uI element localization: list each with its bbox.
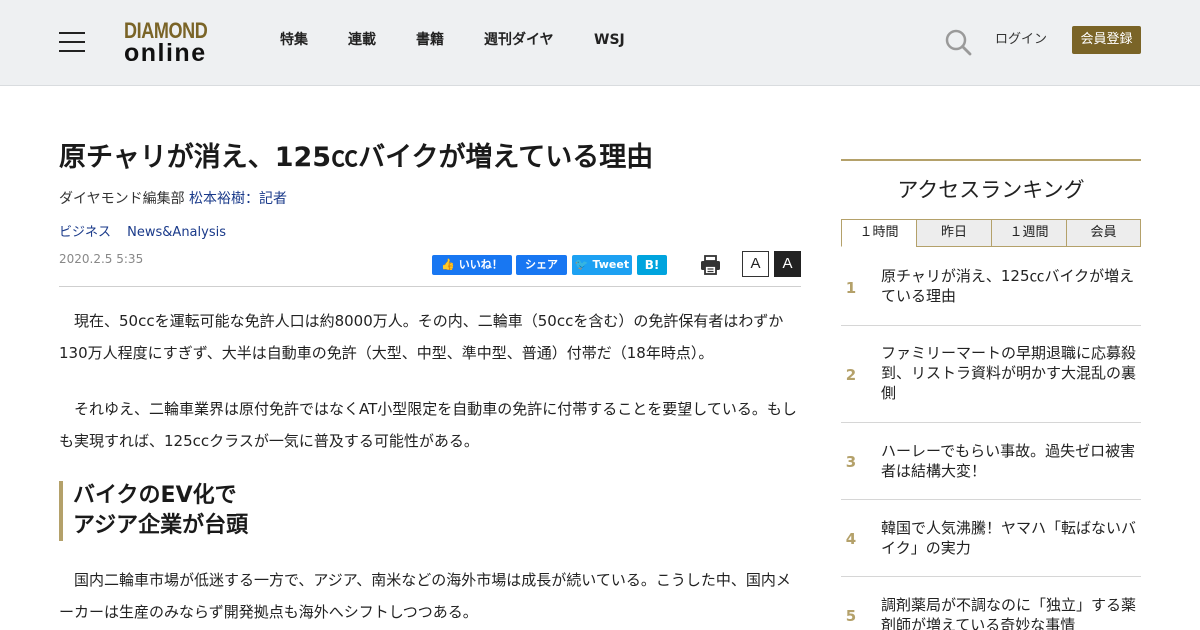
- article-author: ダイヤモンド編集部 松本裕樹：記者: [59, 189, 287, 209]
- author-prefix: ダイヤモンド編集部: [59, 191, 190, 207]
- login-link[interactable]: ログイン: [995, 31, 1047, 49]
- site-header: DIAMOND online 特集 連載 書籍 週刊ダイヤ WSJ ログイン 会…: [0, 0, 1200, 86]
- tweet-label: Tweet: [592, 258, 630, 271]
- ranking-tab-1hour[interactable]: １時間: [841, 219, 917, 247]
- author-link[interactable]: 松本裕樹：記者: [189, 191, 287, 207]
- tag-business[interactable]: ビジネス: [59, 225, 111, 240]
- ranking-tab-members[interactable]: 会員: [1066, 219, 1141, 247]
- nav-item-features[interactable]: 特集: [280, 31, 308, 49]
- ranking-item[interactable]: 5 調剤薬局が不調なのに「独立」する薬剤師が増えている奇妙な事情: [841, 577, 1141, 630]
- twitter-bird-icon: 🐦: [574, 258, 593, 271]
- ranking-number: 3: [845, 453, 857, 471]
- hamburger-menu-icon[interactable]: [59, 32, 85, 52]
- ranking-item-title: 調剤薬局が不調なのに「独立」する薬剤師が増えている奇妙な事情: [881, 596, 1137, 630]
- thumbs-up-icon: 👍: [441, 258, 459, 271]
- tweet-button[interactable]: 🐦 Tweet: [572, 255, 632, 275]
- nav-item-books[interactable]: 書籍: [416, 31, 444, 49]
- facebook-like-button[interactable]: 👍 いいね！: [432, 255, 512, 275]
- nav-item-wsj[interactable]: WSJ: [594, 31, 625, 49]
- ranking-tabs: １時間 昨日 １週間 会員: [841, 219, 1141, 247]
- tag-news-analysis[interactable]: News&Analysis: [127, 225, 226, 240]
- article-paragraph: 国内二輪車市場が低迷する一方で、アジア、南米などの海外市場は成長が続いている。こ…: [59, 571, 791, 621]
- article-subheading: バイクのEV化で アジア企業が台頭: [59, 481, 801, 541]
- ranking-number: 5: [845, 607, 857, 625]
- ranking-title: アクセスランキング: [897, 178, 1085, 202]
- article-date: 2020.2.5 5:35: [59, 252, 144, 266]
- article-tags: ビジネス News&Analysis: [59, 224, 238, 242]
- ranking-number: 2: [845, 366, 857, 384]
- ranking-tab-yesterday[interactable]: 昨日: [916, 219, 992, 247]
- article-paragraph: 現在、50ccを運転可能な免許人口は約8000万人。その内、二輪車（50ccを含…: [59, 312, 784, 362]
- ranking-item-title: ファミリーマートの早期退職に応募殺到、リストラ資料が明かす大混乱の裏側: [881, 344, 1137, 402]
- ranking-item[interactable]: 4 韓国で人気沸騰！ヤマハ「転ばないバイク」の実力: [841, 500, 1141, 577]
- ranking-tab-1week[interactable]: １週間: [991, 219, 1067, 247]
- print-icon[interactable]: [700, 255, 721, 275]
- facebook-like-label: いいね！: [458, 258, 503, 271]
- ranking-number: 4: [845, 530, 857, 548]
- ranking-number: 1: [845, 279, 857, 297]
- ranking-item[interactable]: 2 ファミリーマートの早期退職に応募殺到、リストラ資料が明かす大混乱の裏側: [841, 326, 1141, 423]
- nav-item-weekly-diamond[interactable]: 週刊ダイヤ: [484, 31, 554, 49]
- hatena-bookmark-button[interactable]: B!: [637, 255, 667, 275]
- article-divider: [59, 286, 801, 287]
- ranking-item-title: 原チャリが消え、125㏄バイクが増えている理由: [881, 267, 1135, 305]
- ranking-item-title: ハーレーでもらい事故。過失ゼロ被害者は結構大変！: [881, 442, 1136, 480]
- font-size-large-button[interactable]: A: [774, 251, 801, 277]
- nav-item-series[interactable]: 連載: [348, 31, 376, 49]
- search-icon[interactable]: [944, 28, 972, 56]
- article-title: 原チャリが消え、125㏄バイクが増えている理由: [59, 142, 654, 173]
- site-logo[interactable]: DIAMOND online: [124, 20, 228, 66]
- ranking-item[interactable]: 3 ハーレーでもらい事故。過失ゼロ被害者は結構大変！: [841, 423, 1141, 500]
- ranking-item[interactable]: 1 原チャリが消え、125㏄バイクが増えている理由: [841, 247, 1141, 326]
- article-paragraph: それゆえ、二輪車業界は原付免許ではなくAT小型限定を自動車の免許に付帯することを…: [59, 400, 797, 450]
- ranking-top-rule: [841, 159, 1141, 161]
- subheading-line-1: バイクのEV化で: [73, 483, 237, 508]
- register-button[interactable]: 会員登録: [1072, 26, 1141, 54]
- ranking-item-title: 韓国で人気沸騰！ヤマハ「転ばないバイク」の実力: [881, 519, 1137, 557]
- facebook-share-button[interactable]: シェア: [516, 255, 567, 275]
- subheading-line-2: アジア企業が台頭: [73, 513, 249, 538]
- logo-bottom-text: online: [124, 39, 207, 67]
- font-size-small-button[interactable]: A: [742, 251, 769, 277]
